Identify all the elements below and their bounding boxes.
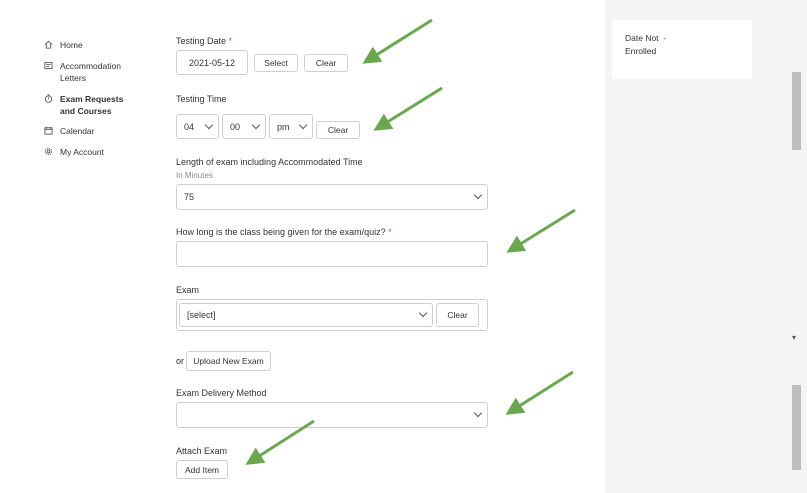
chevron-down-icon [418, 308, 428, 318]
hour-select[interactable]: 04 [176, 114, 219, 139]
class-length-label: How long is the class being given for th… [176, 227, 392, 237]
minute-select[interactable]: 00 [222, 114, 266, 139]
chevron-down-icon [251, 120, 261, 129]
class-length-input[interactable] [176, 241, 488, 267]
date-select-button[interactable]: Select [254, 54, 298, 72]
sidebar-item-label: Accommodation Letters [60, 61, 121, 83]
testing-date-input[interactable]: 2021-05-12 [176, 50, 248, 75]
home-icon [44, 40, 53, 49]
sidebar-item-label: Exam Requests and Courses [60, 94, 124, 116]
exam-length-select[interactable]: 75 [176, 184, 488, 210]
upload-new-exam-button[interactable]: Upload New Exam [186, 351, 271, 371]
exam-length-label: Length of exam including Accommodated Ti… [176, 157, 363, 167]
gear-icon [44, 147, 53, 156]
chevron-down-icon [473, 190, 483, 200]
exam-clear-button[interactable]: Clear [436, 303, 479, 327]
scroll-arrow-icon[interactable]: ▾ [792, 333, 796, 342]
delivery-method-label: Exam Delivery Method [176, 388, 267, 398]
sidebar-item-label: Calendar [60, 126, 95, 136]
exam-length-sublabel: In Minutes [176, 171, 213, 180]
add-item-button[interactable]: Add Item [176, 460, 228, 479]
chevron-down-icon [298, 120, 308, 129]
testing-time-label: Testing Time [176, 94, 227, 104]
enrollment-status-line: Date Not - [625, 33, 667, 43]
enrollment-status-line-2: Enrolled [625, 46, 657, 56]
exam-select[interactable]: [select] [179, 303, 433, 327]
or-text: or [176, 356, 185, 366]
sidebar-item-label: My Account [60, 147, 104, 157]
scrollbar-thumb[interactable] [792, 385, 801, 470]
chevron-down-icon [473, 408, 483, 418]
testing-date-label: Testing Date * [176, 36, 233, 46]
sidebar-item-label: Home [60, 40, 83, 50]
date-clear-button[interactable]: Clear [304, 54, 348, 72]
exam-label: Exam [176, 285, 200, 295]
stopwatch-icon [44, 94, 53, 103]
sidebar-item-calendar[interactable]: Calendar [44, 125, 95, 137]
delivery-method-select[interactable] [176, 402, 488, 428]
required-marker: * [228, 36, 233, 46]
time-clear-button[interactable]: Clear [316, 121, 360, 139]
chevron-down-icon [204, 120, 214, 129]
sidebar-item-home[interactable]: Home [44, 39, 83, 51]
attach-exam-label: Attach Exam [176, 446, 228, 456]
sidebar-item-accommodation-letters[interactable]: Accommodation Letters [44, 60, 135, 84]
ampm-select[interactable]: pm [269, 114, 313, 139]
letter-icon [44, 61, 53, 70]
required-marker: * [388, 227, 392, 237]
sidebar-item-my-account[interactable]: My Account [44, 146, 104, 158]
calendar-icon [44, 126, 53, 135]
sidebar-item-exam-requests[interactable]: Exam Requests and Courses [44, 93, 140, 117]
scrollbar-thumb[interactable] [792, 72, 801, 150]
